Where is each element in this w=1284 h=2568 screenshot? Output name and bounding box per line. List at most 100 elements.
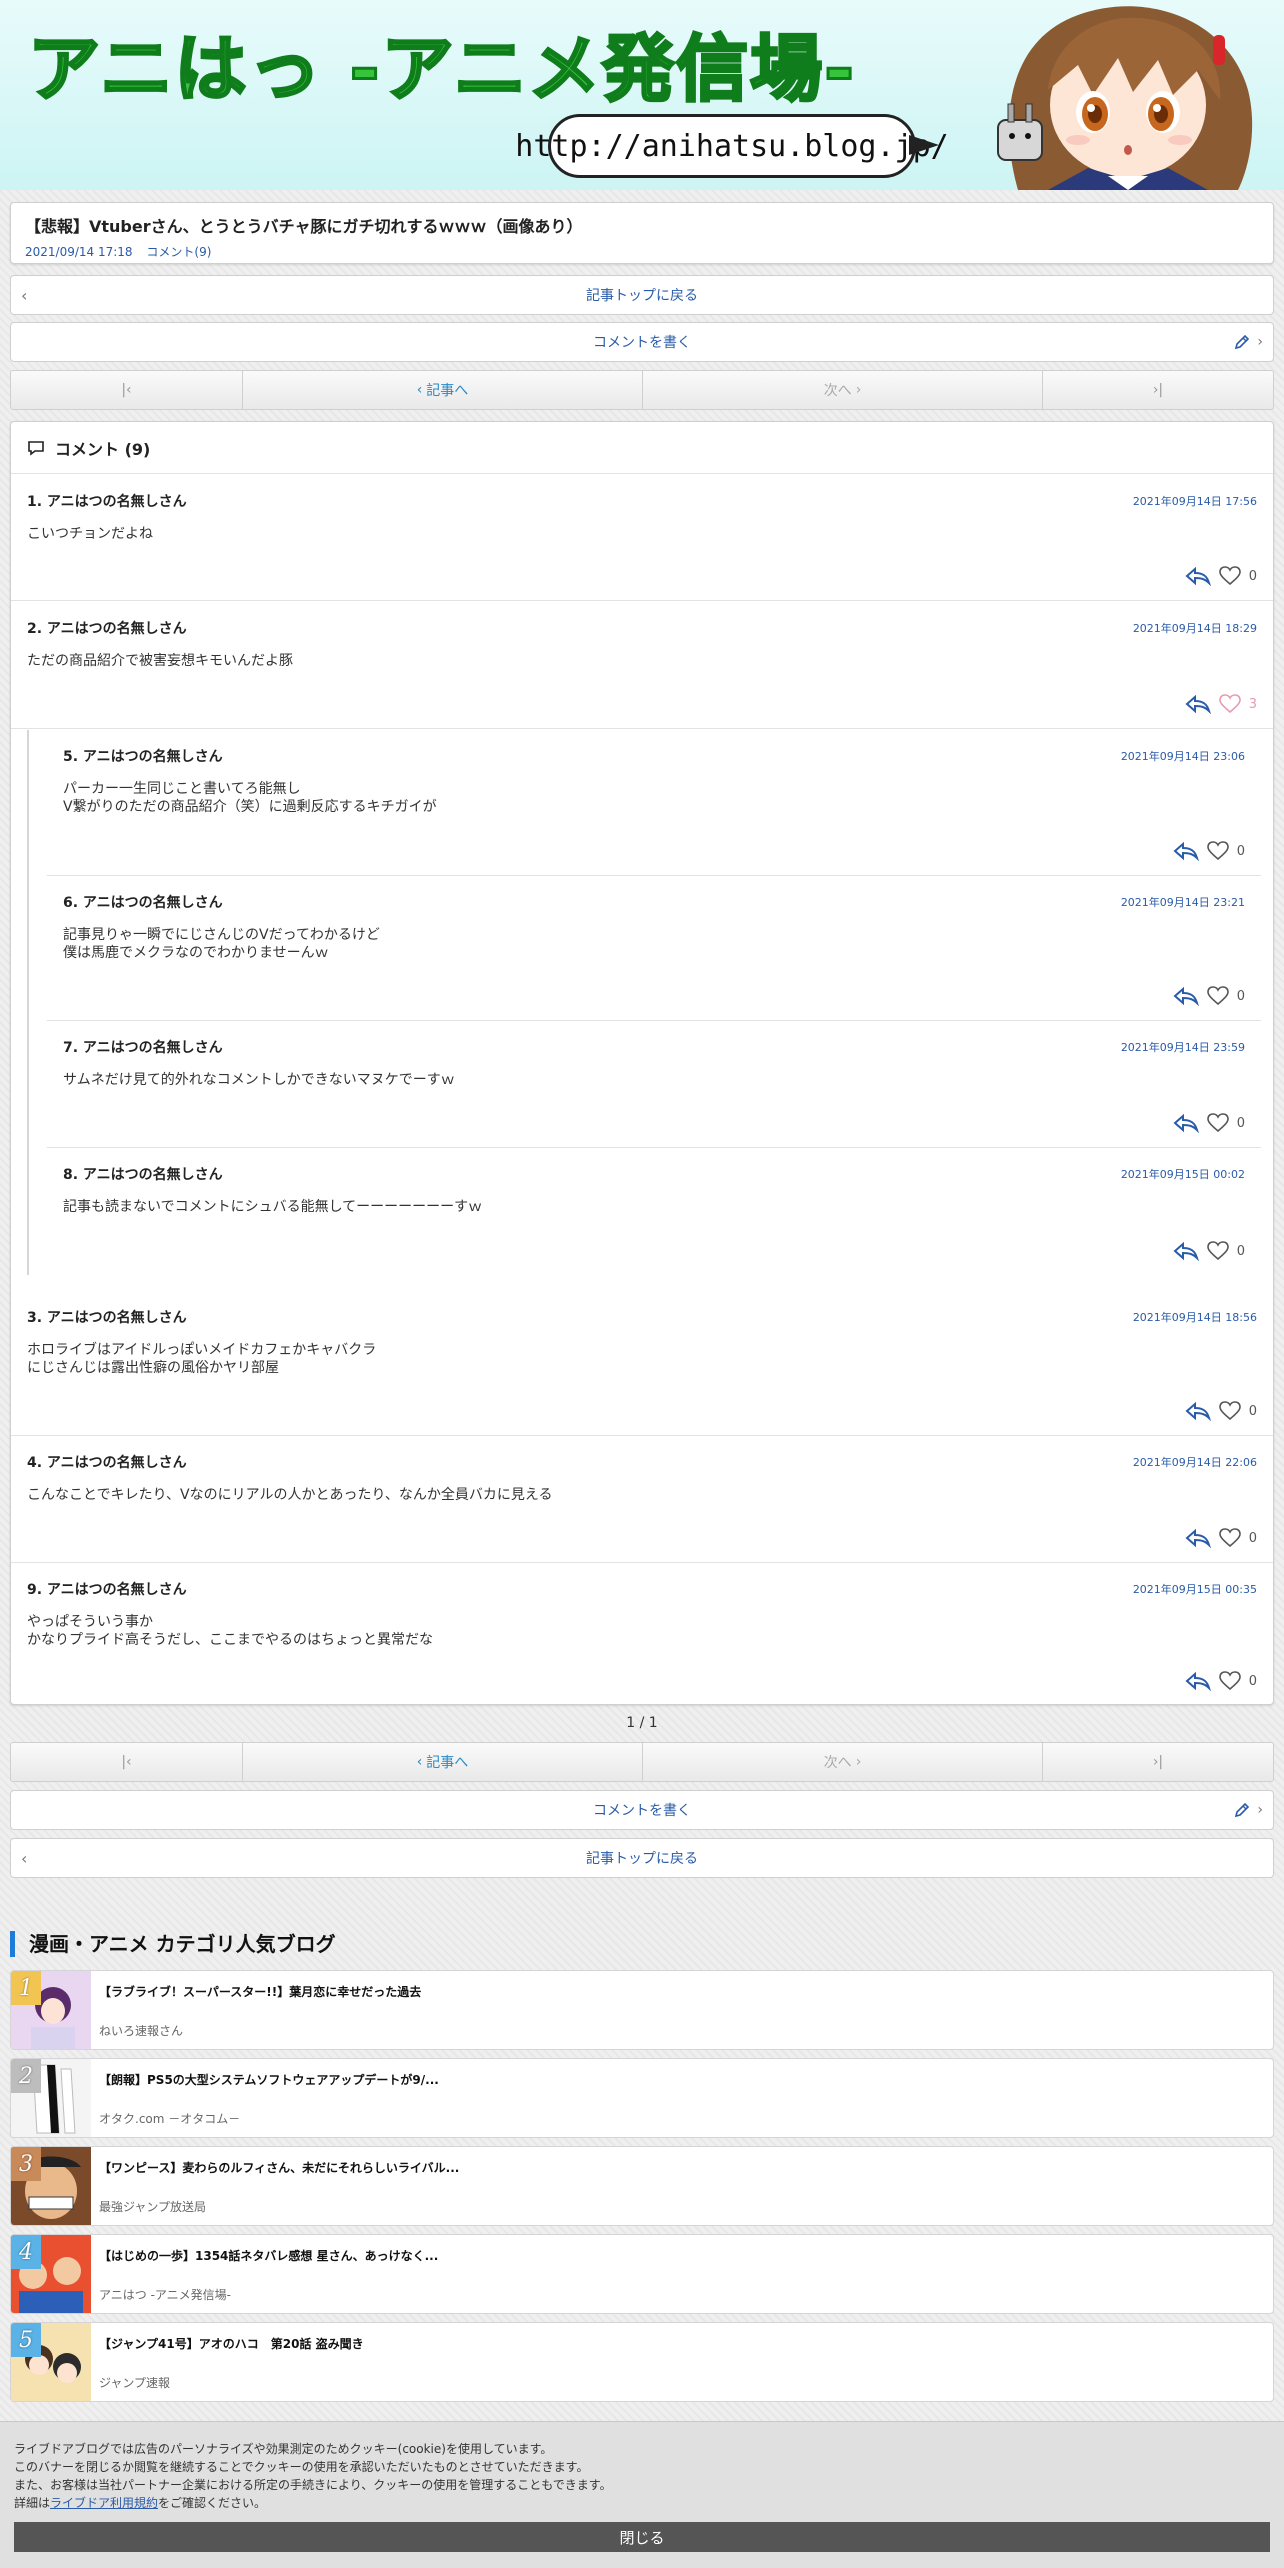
like-count: 0 — [1248, 568, 1257, 584]
like-count: 0 — [1236, 1115, 1245, 1131]
article-pager-top: |‹ ‹ 記事へ 次へ › ›| — [10, 370, 1274, 410]
heart-icon[interactable] — [1218, 566, 1241, 586]
reply-thread: 5. アニはつの名無しさん 2021年09月14日 23:06 パーカー一生同じ… — [27, 730, 1261, 1275]
heart-icon[interactable] — [1218, 1528, 1241, 1548]
blog-source: ジャンプ速報 — [99, 2376, 171, 2390]
next-page-button[interactable]: 次へ › — [643, 1743, 1043, 1781]
speech-bubble-icon — [28, 440, 44, 456]
last-page-button[interactable]: ›| — [1043, 371, 1273, 409]
reply-icon[interactable] — [1173, 1241, 1199, 1261]
back-to-article-top-button[interactable]: ‹ 記事トップに戻る — [10, 275, 1274, 315]
like-count: 0 — [1236, 1243, 1245, 1259]
comment-date: 2021年09月14日 17:56 — [1132, 495, 1257, 508]
comment-body: 記事も読まないでコメントにシュバる能無してーーーーーーーすｗ — [63, 1199, 483, 1215]
popular-blog-item[interactable]: 1 【ラブライブ！スーパースター!!】葉月恋に幸せだった過去 ねいろ速報さん — [10, 1970, 1274, 2050]
rank-badge: 2 — [11, 2059, 41, 2093]
popular-blog-item[interactable]: 5 【ジャンプ41号】アオのハコ 第20話 盗み聞き ジャンプ速報 — [10, 2322, 1274, 2402]
comment-body: ホロライブはアイドルっぽいメイドカフェかキャバクラ にじさんじは露出性癖の風俗か… — [27, 1342, 377, 1376]
blog-title-logo[interactable]: アニはっ -アニメ発信場- — [27, 10, 856, 115]
comment-body: サムネだけ見て的外れなコメントしかできないマヌケでーすｗ — [63, 1072, 455, 1088]
reply-icon[interactable] — [1185, 1401, 1211, 1421]
first-page-icon: |‹ — [121, 382, 132, 398]
comment-body: こんなことでキレたり、Vなのにリアルの人かとあったり、なんか全員バカに見える — [27, 1487, 553, 1503]
comment-date: 2021年09月14日 23:59 — [1120, 1041, 1245, 1054]
heart-icon[interactable] — [1218, 694, 1241, 714]
last-page-button[interactable]: ›| — [1043, 1743, 1273, 1781]
article-comment-link[interactable]: コメント(9) — [146, 245, 211, 259]
chevron-left-icon: ‹ — [416, 1754, 423, 1770]
cookie-text-line: このバナーを閉じるか閲覧を継続することでクッキーの使用を承認いただいたものとさせ… — [14, 2460, 589, 2474]
heart-icon[interactable] — [1218, 1671, 1241, 1691]
article-date: 2021/09/14 17:18 — [25, 245, 133, 259]
page-indicator: 1 / 1 — [626, 1715, 658, 1731]
write-comment-button[interactable]: コメントを書く › — [10, 1790, 1274, 1830]
comment-date: 2021年09月14日 22:06 — [1132, 1456, 1257, 1469]
write-comment-label: コメントを書く — [593, 335, 691, 351]
next-label: 次へ — [823, 383, 852, 399]
prev-label: 記事へ — [426, 383, 469, 399]
last-page-icon: ›| — [1152, 1754, 1164, 1770]
comment-actions: 0 — [1185, 566, 1257, 586]
reply-item: 6. アニはつの名無しさん 2021年09月14日 23:21 記事見りゃ一瞬で… — [47, 876, 1261, 1021]
comment-author: 8. アニはつの名無しさん — [63, 1167, 223, 1183]
comment-actions: 0 — [1185, 1401, 1257, 1421]
reply-icon[interactable] — [1185, 694, 1211, 714]
next-page-button[interactable]: 次へ › — [643, 371, 1043, 409]
heart-icon[interactable] — [1218, 1401, 1241, 1421]
heart-icon[interactable] — [1206, 841, 1229, 861]
first-page-button[interactable]: |‹ — [11, 371, 243, 409]
blog-header[interactable]: アニはっ -アニメ発信場- http://anihatsu.blog.jp/ — [0, 0, 1284, 190]
reply-icon[interactable] — [1173, 841, 1199, 861]
popular-blogs-heading: 漫画・アニメ カテゴリ人気ブログ — [10, 1931, 336, 1957]
blog-post-title[interactable]: 【はじめの一歩】1354話ネタバレ感想 星さん、あっけなく... — [99, 2247, 438, 2264]
popular-blog-item[interactable]: 2 【朗報】PS5の大型システムソフトウェアアップデートが9/... オタク.c… — [10, 2058, 1274, 2138]
popular-blog-item[interactable]: 3 【ワンピース】麦わらのルフィさん、未だにそれらしいライバル... 最強ジャン… — [10, 2146, 1274, 2226]
rank-badge: 5 — [11, 2323, 41, 2357]
blog-post-title[interactable]: 【朗報】PS5の大型システムソフトウェアアップデートが9/... — [99, 2071, 439, 2088]
comment-author: 3. アニはつの名無しさん — [27, 1310, 187, 1326]
comment-author: 5. アニはつの名無しさん — [63, 749, 223, 765]
write-comment-button[interactable]: コメントを書く › — [10, 322, 1274, 362]
blog-url-bubble: http://anihatsu.blog.jp/ — [515, 114, 949, 178]
blog-post-title[interactable]: 【ラブライブ！スーパースター!!】葉月恋に幸せだった過去 — [99, 1983, 421, 2000]
back-to-article-top-button[interactable]: ‹ 記事トップに戻る — [10, 1838, 1274, 1878]
comments-count-label: コメント (9) — [55, 439, 151, 459]
comments-header: コメント (9) — [11, 422, 1273, 474]
comment-item: 2. アニはつの名無しさん 2021年09月14日 18:29 ただの商品紹介で… — [11, 602, 1273, 729]
blog-post-title[interactable]: 【ワンピース】麦わらのルフィさん、未だにそれらしいライバル... — [99, 2159, 459, 2176]
reply-icon[interactable] — [1173, 986, 1199, 1006]
terms-of-service-link[interactable]: ライブドア利用規約 — [50, 2496, 158, 2510]
comment-actions: 0 — [1173, 1241, 1245, 1261]
comment-item: 4. アニはつの名無しさん 2021年09月14日 22:06 こんなことでキレ… — [11, 1436, 1273, 1563]
cookie-text-line: また、お客様は当社パートナー企業における所定の手続きにより、クッキーの使用を管理… — [14, 2478, 612, 2492]
comment-item: 9. アニはつの名無しさん 2021年09月15日 00:35 やっぱそういう事… — [11, 1563, 1273, 1705]
like-count: 0 — [1248, 1530, 1257, 1546]
comment-actions: 0 — [1173, 1113, 1245, 1133]
heart-icon[interactable] — [1206, 1113, 1229, 1133]
reply-icon[interactable] — [1185, 1528, 1211, 1548]
cookie-text-line: ライブドアブログでは広告のパーソナライズや効果測定のためクッキー(cookie)… — [14, 2442, 553, 2456]
comment-author: 1. アニはつの名無しさん — [27, 494, 187, 510]
chevron-left-icon: ‹ — [21, 1848, 28, 1868]
rank-badge: 4 — [11, 2235, 41, 2269]
heart-icon[interactable] — [1206, 986, 1229, 1006]
reply-icon[interactable] — [1185, 566, 1211, 586]
comment-item: 1. アニはつの名無しさん 2021年09月14日 17:56 こいつチョンだよ… — [11, 475, 1273, 601]
chevron-right-icon: › — [1257, 1802, 1263, 1818]
close-banner-button[interactable]: 閉じる — [14, 2522, 1270, 2552]
reply-icon[interactable] — [1173, 1113, 1199, 1133]
article-title[interactable]: 【悲報】Vtuberさん、とうとうバチャ豚にガチ切れするｗｗｗ（画像あり） — [25, 213, 1259, 237]
rank-badge: 1 — [11, 1971, 41, 2005]
comment-actions: 0 — [1173, 841, 1245, 861]
prev-page-button[interactable]: ‹ 記事へ — [243, 1743, 643, 1781]
chevron-left-icon: ‹ — [21, 285, 28, 305]
heart-icon[interactable] — [1206, 1241, 1229, 1261]
blog-post-title[interactable]: 【ジャンプ41号】アオのハコ 第20話 盗み聞き — [99, 2335, 364, 2352]
popular-blog-item[interactable]: 4 【はじめの一歩】1354話ネタバレ感想 星さん、あっけなく... アニはつ … — [10, 2234, 1274, 2314]
comment-body: こいつチョンだよね — [27, 526, 153, 542]
rank-badge: 3 — [11, 2147, 41, 2181]
first-page-button[interactable]: |‹ — [11, 1743, 243, 1781]
reply-icon[interactable] — [1185, 1671, 1211, 1691]
comment-item: 3. アニはつの名無しさん 2021年09月14日 18:56 ホロライブはアイ… — [11, 1291, 1273, 1436]
prev-page-button[interactable]: ‹ 記事へ — [243, 371, 643, 409]
